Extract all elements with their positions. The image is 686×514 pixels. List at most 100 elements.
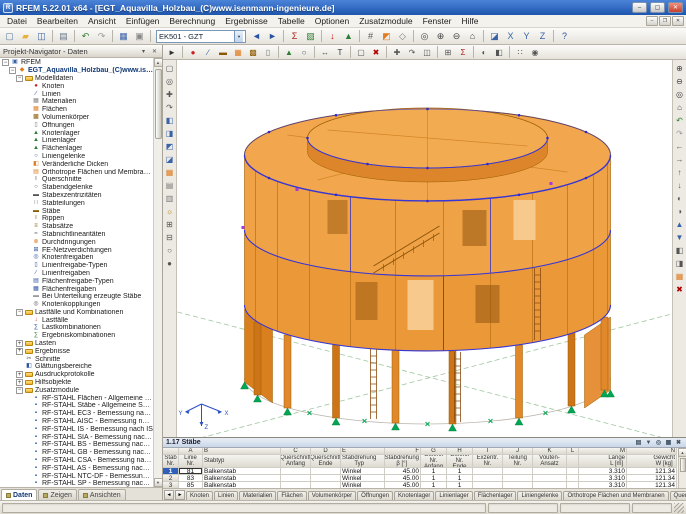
new-node-icon[interactable]: ● [186, 46, 200, 59]
table-cell[interactable]: G [421, 448, 447, 455]
mdi-close-button[interactable]: ✕ [672, 16, 684, 26]
load-case-combo[interactable]: EK501 - GZT ▼ [156, 29, 246, 43]
menu-item-hilfe[interactable]: Hilfe [456, 15, 483, 27]
new-hinge-icon[interactable]: ○ [297, 46, 311, 59]
tree-item[interactable]: − ▣ RFEM [0, 59, 153, 67]
table-cell[interactable]: H [447, 448, 473, 455]
collapse-icon[interactable]: − [16, 386, 23, 394]
half-section-alt-icon[interactable]: ◑ [674, 205, 686, 217]
tree-item[interactable]: − Zusatzmodule [0, 386, 153, 394]
text-comment-icon[interactable]: T [333, 46, 347, 59]
table-find-icon[interactable]: ◎ [654, 439, 663, 447]
view-top-icon[interactable]: ◨ [164, 127, 176, 139]
tree-item[interactable]: ▬ Stäbe [0, 207, 153, 215]
wireframe-display-icon[interactable]: ▤ [164, 179, 176, 191]
table-tab[interactable]: Linien [214, 491, 239, 500]
new-support-icon[interactable]: ▲ [282, 46, 296, 59]
new-solid-icon[interactable]: ▩ [246, 46, 260, 59]
table-cell[interactable] [311, 475, 341, 482]
table-cell[interactable]: C [281, 448, 311, 455]
view-y-icon[interactable]: Y [519, 29, 534, 43]
menu-item-berechnung[interactable]: Berechnung [164, 15, 220, 27]
zoom-box-icon[interactable]: ◎ [164, 75, 176, 87]
pan-up-icon[interactable]: ↑ [674, 166, 686, 178]
tree-item[interactable]: ▲ Linienlager [0, 137, 153, 145]
table-cell[interactable]: Balkenstab [203, 475, 281, 482]
table-settings-icon[interactable]: ▤ [634, 439, 643, 447]
isometric-view-icon[interactable]: ◪ [487, 29, 502, 43]
half-section-icon[interactable]: ◐ [674, 192, 686, 204]
table-cell[interactable]: M [579, 448, 627, 455]
collapse-icon[interactable]: − [16, 74, 23, 82]
wireframe-mode-icon[interactable]: ◇ [395, 29, 410, 43]
tree-item[interactable]: + Hilfsobjekte [0, 379, 153, 387]
view-x-icon[interactable]: X [503, 29, 518, 43]
table-cell[interactable]: Querschnitt Anfang [281, 455, 311, 468]
menu-item-datei[interactable]: Datei [2, 15, 32, 27]
maximize-button[interactable]: ▢ [650, 2, 665, 13]
table-cell[interactable]: B [203, 448, 281, 455]
close-view-icon[interactable]: ✖ [674, 283, 686, 295]
tree-item[interactable]: I Querschnitte [0, 176, 153, 184]
table-cell[interactable] [473, 468, 503, 475]
table-cell[interactable]: 121.34 [627, 482, 677, 488]
tree-item[interactable]: + Lasten [0, 340, 153, 348]
tree-item[interactable]: ▪ RF-STAHL SP - Bemessung nach SP [0, 480, 153, 487]
table-cell[interactable]: J [503, 448, 533, 455]
tree-item[interactable]: ▪ RF-STAHL NTC-DF - Bemessung nach NTC-DF [0, 472, 153, 480]
table-cell[interactable] [311, 482, 341, 488]
navigator-tab-ansichten[interactable]: Ansichten [77, 489, 126, 500]
table-cell[interactable]: 45.00 [385, 475, 421, 482]
menu-item-optionen[interactable]: Optionen [310, 15, 355, 27]
menu-item-tabelle[interactable]: Tabelle [273, 15, 310, 27]
table-cell[interactable]: A [179, 448, 203, 455]
tree-item[interactable]: ▬ Bei Unterteilung erzeugte Stäbe [0, 293, 153, 301]
table-cell[interactable] [533, 475, 567, 482]
undo-view-icon[interactable]: ↶ [674, 114, 686, 126]
table-scroll-up-icon[interactable]: ▲ [678, 448, 686, 457]
tree-item[interactable]: ● Knoten [0, 82, 153, 90]
tree-item[interactable]: ▬ Stabexzentrizitäten [0, 192, 153, 200]
table-cell[interactable]: L [567, 448, 579, 455]
tree-item[interactable]: −◆EGT_Aquavilla_Holzbau_(C)www.isenmann-… [0, 67, 153, 75]
numbering-icon[interactable]: # [363, 29, 378, 43]
table-cell[interactable]: E [341, 448, 385, 455]
menu-item-einfügen[interactable]: Einfügen [121, 15, 165, 27]
show-all-icon[interactable]: ○ [164, 244, 176, 256]
fe-mesh-icon[interactable]: ⊞ [441, 46, 455, 59]
menu-item-ergebnisse[interactable]: Ergebnisse [220, 15, 273, 27]
table-cell[interactable]: Querschnitt Ende [311, 455, 341, 468]
scrollbar-thumb[interactable] [154, 69, 162, 139]
pan-icon[interactable]: ✚ [164, 88, 176, 100]
collapse-icon[interactable]: − [9, 67, 16, 75]
save-icon[interactable]: ◫ [34, 29, 49, 43]
zoom-out-icon[interactable]: ⊖ [449, 29, 464, 43]
snap-points-icon[interactable]: ◉ [528, 46, 542, 59]
zoom-in-view-icon[interactable]: ⊕ [674, 62, 686, 74]
shaded-display-icon[interactable]: ▦ [164, 166, 176, 178]
table-tab[interactable]: Öffnungen [357, 491, 394, 500]
copy-icon[interactable]: ▣ [132, 29, 147, 43]
tree-item[interactable]: ✂ Schnitte [0, 355, 153, 363]
tree-item[interactable]: ∕ Linien [0, 90, 153, 98]
tree-item[interactable]: ▪ RF-STAHL IS - Bemessung nach IS [0, 425, 153, 433]
table-cell[interactable] [567, 482, 579, 488]
show-results-icon[interactable]: ▧ [303, 29, 318, 43]
table-tab[interactable]: Querschnitte [669, 491, 686, 500]
table-tab[interactable]: Flächen [277, 491, 307, 500]
zoom-region-icon[interactable]: ◎ [674, 88, 686, 100]
loads-icon[interactable]: ↓ [325, 29, 340, 43]
table-cell[interactable] [533, 468, 567, 475]
render-solid-icon[interactable]: ▦ [674, 270, 686, 282]
table-cell[interactable]: Winkel [341, 475, 385, 482]
show-grid-icon[interactable]: ⊞ [164, 218, 176, 230]
table-tab[interactable]: Volumenkörper [307, 491, 357, 500]
tree-item[interactable]: ▪ RF-STAHL GB - Bemessung nach GB [0, 449, 153, 457]
table-tab[interactable]: Liniengelenke [517, 491, 563, 500]
table-cell[interactable]: Gelenk Nr. Anfang [421, 455, 447, 468]
tabs-scroll-right-icon[interactable]: ► [175, 490, 185, 500]
table-cell[interactable]: 1 [447, 475, 473, 482]
tree-item[interactable]: ▪ RF-STAHL AS - Bemessung nach AS [0, 464, 153, 472]
navigator-scrollbar[interactable]: ▲ ▼ [153, 58, 162, 487]
navigator-tab-zeigen[interactable]: Zeigen [38, 489, 77, 500]
